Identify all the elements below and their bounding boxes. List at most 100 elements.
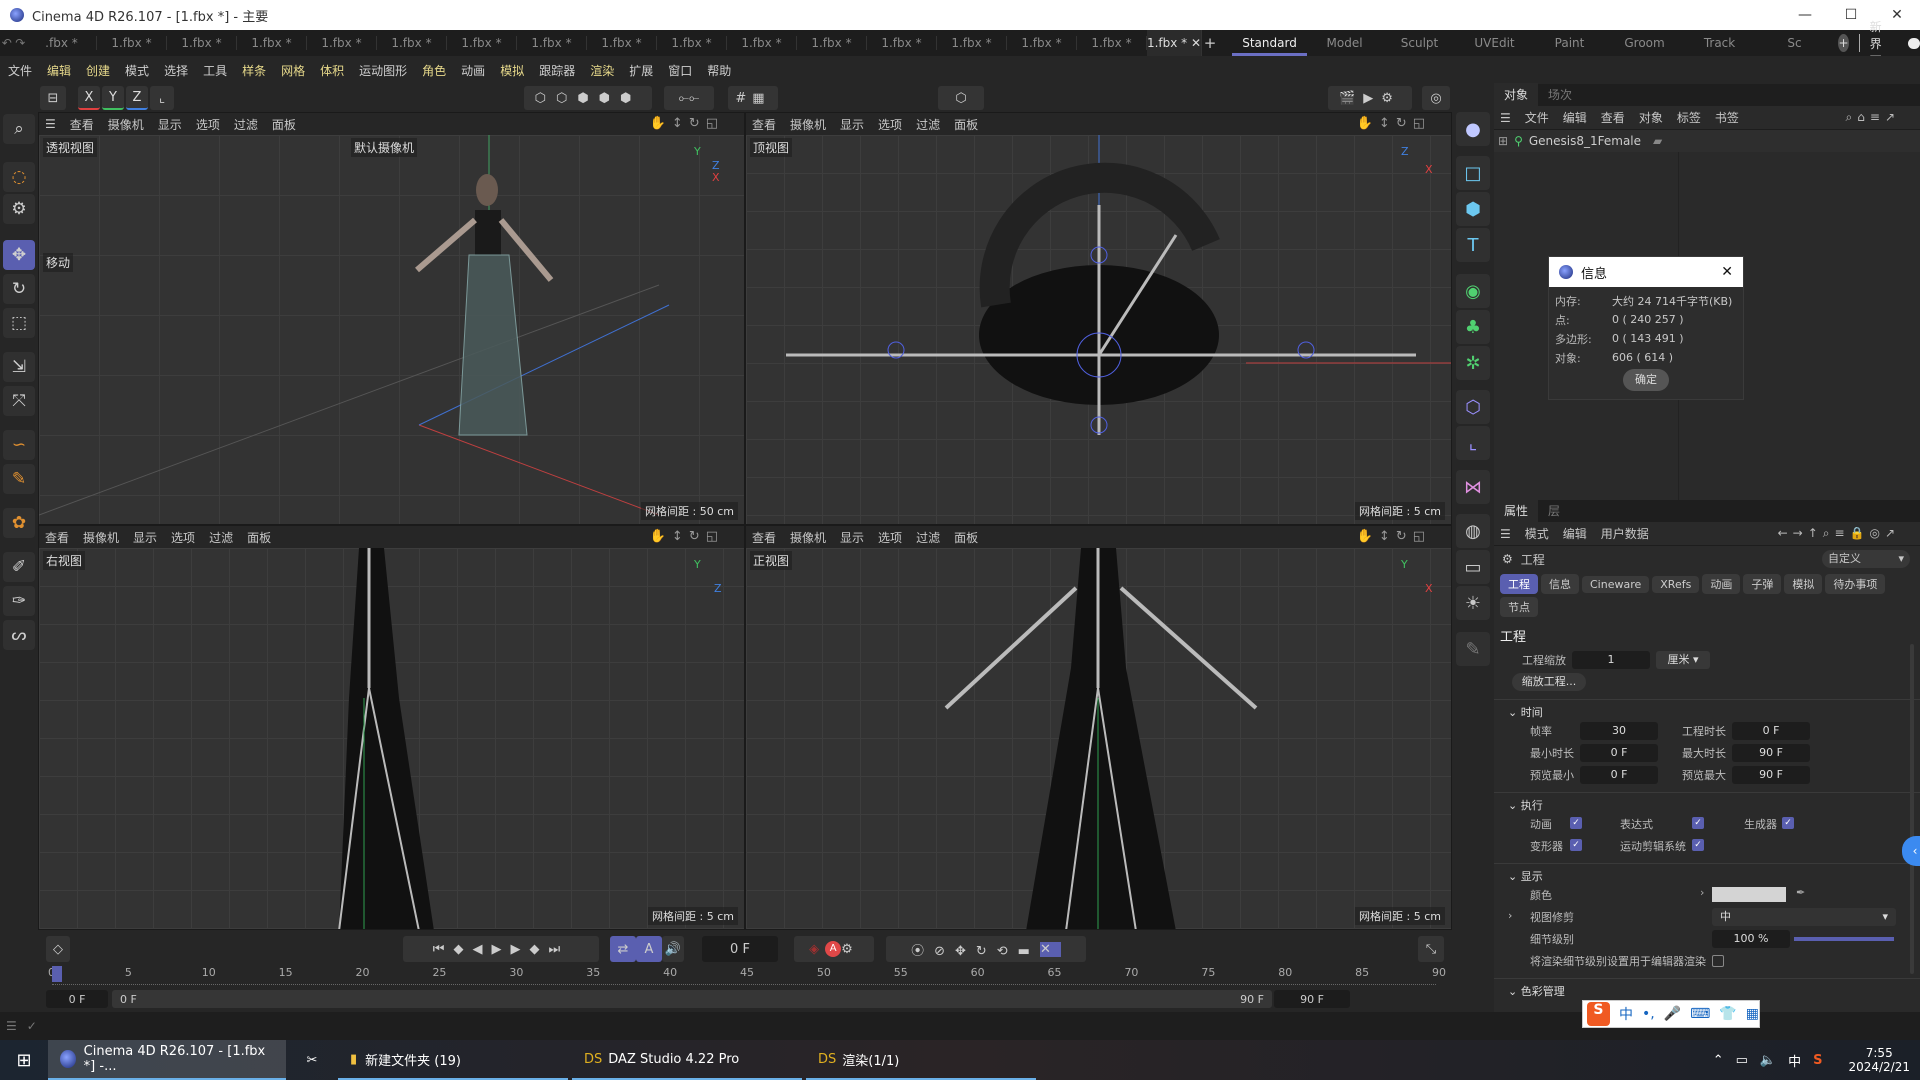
mode-tools-group[interactable]: ⬡⬡⬢⬢⬢ [524,86,652,110]
input-language[interactable]: 中 [1788,1051,1801,1070]
render-region-icon[interactable]: ⬡ [938,86,984,110]
max-time-input[interactable]: 90 F [1732,744,1810,762]
axis-tool-icon[interactable]: ⇲ [3,352,35,382]
spline-tool-icon[interactable]: ∽ [3,430,35,460]
preview-max-input[interactable]: 90 F [1732,766,1810,784]
dialog-close-button[interactable]: ✕ [1721,264,1733,280]
menu-item[interactable]: 选择 [164,62,188,79]
rotate-tool-icon[interactable]: ↻ [3,274,35,304]
menu-item[interactable]: 动画 [461,62,485,79]
start-button[interactable]: ⊞ [0,1050,48,1071]
lod-slider[interactable] [1794,937,1894,941]
file-tab[interactable]: 1.fbx * [307,36,377,50]
viewport-nav-icons[interactable]: ✋↕↻◱ [1357,116,1431,131]
vp-menu-filter[interactable]: 过滤 [916,529,940,546]
sound-icon[interactable]: 🔊 [662,936,684,962]
file-tab[interactable]: 1.fbx * [1007,36,1077,50]
viewport-nav-icons[interactable]: ✋↕↻◱ [650,116,724,131]
section-color-management[interactable]: ⌄ 色彩管理 [1494,978,1920,999]
preview-min-input[interactable]: 0 F [1580,766,1658,784]
menu-item[interactable]: 体积 [320,62,344,79]
taskbar-render[interactable]: DS 渲染(1/1) [806,1040,1036,1080]
environment-icon[interactable]: ◍ [1456,514,1490,548]
menu-item[interactable]: 文件 [8,62,32,79]
current-frame-field[interactable]: 0 F [702,936,778,962]
apps-icon[interactable]: ▦ [1746,1006,1759,1022]
camera-icon[interactable]: ▭ [1456,550,1490,584]
preset-dropdown[interactable]: 自定义 ▾ [1822,550,1910,568]
menu-item[interactable]: 样条 [242,62,266,79]
tab-attributes[interactable]: 属性 [1494,499,1539,522]
extrude-tool-icon[interactable]: ⤧ [3,386,35,416]
effector-icon[interactable]: ✲ [1456,346,1490,380]
attr-tab-chip[interactable]: Cineware [1582,576,1650,593]
key-tools[interactable]: ⦿⊘✥↻⟲▬ ✕ [886,936,1086,962]
edit-tag-icon[interactable]: ▰ [1653,134,1662,148]
file-tab[interactable]: 1.fbx * [167,36,237,50]
menu-item[interactable]: 创建 [86,62,110,79]
vp-menu-camera[interactable]: 摄像机 [108,116,144,133]
sogou-tray-icon[interactable]: S [1813,1053,1822,1068]
file-tab[interactable]: 1.fbx * [97,36,167,50]
section-display[interactable]: ⌄ 显示 [1494,863,1920,884]
om-menu-view[interactable]: 查看 [1601,109,1625,126]
add-layout-icon[interactable]: + [1838,34,1850,52]
menu-item[interactable]: 渲染 [590,62,614,79]
grid-tools-group[interactable]: #▦ [728,86,778,110]
deformer-icon[interactable]: ⬡ [1456,390,1490,424]
auto-key-mode-icon[interactable]: A [636,936,662,962]
taskbar-daz-studio[interactable]: DS DAZ Studio 4.22 Pro [572,1040,802,1080]
file-tab[interactable]: 1.fbx * [517,36,587,50]
object-name[interactable]: Genesis8_1Female [1529,134,1641,148]
move-tool-icon[interactable]: ✥ [3,240,35,270]
vp-menu-panel[interactable]: 面板 [954,529,978,546]
attr-tab-chip[interactable]: 信息 [1541,574,1579,594]
render-lod-checkbox[interactable] [1712,955,1724,967]
file-tab[interactable]: 1.fbx * [377,36,447,50]
scale-tool-icon[interactable]: ⬚ [3,308,35,338]
attr-tab-chip[interactable]: XRefs [1652,576,1700,593]
range-slider[interactable]: 0 F 90 F [112,990,1272,1008]
om-menu-tags[interactable]: 标签 [1677,109,1701,126]
vp-menu-view[interactable]: 查看 [752,529,776,546]
file-tab[interactable]: 1.fbx * [727,36,797,50]
viewport-perspective[interactable]: ☰ 查看 摄像机 显示 选项 过滤 面板 ✋↕↻◱ 透视视图 默认摄像机 移动 YZX 网… [38,112,745,525]
exec-deformer-checkbox[interactable]: ✓ [1570,839,1582,851]
snap-tools-group[interactable]: ⟜⟜ [664,86,714,110]
tag-icon[interactable]: ✎ [1456,632,1490,666]
tab-objects[interactable]: 对象 [1494,83,1539,106]
menu-icon[interactable]: ☰ [1500,527,1511,541]
attributes-scrollbar[interactable] [1910,644,1914,974]
exec-animation-checkbox[interactable]: ✓ [1570,817,1582,829]
viewport-clip-dropdown[interactable]: 中 ▾ [1712,908,1896,926]
minimize-button[interactable]: — [1782,0,1828,30]
coordinate-system-icon[interactable]: ⌞ [150,86,174,110]
keyframe-icon[interactable]: ◇ [46,936,70,962]
close-tab-icon[interactable]: ✕ [1191,36,1201,50]
tab-layers[interactable]: 层 [1538,499,1570,522]
file-tab[interactable]: 1.fbx * [237,36,307,50]
viewport-top[interactable]: 查看 摄像机 显示 选项 过滤 面板 ✋↕↻◱ 顶视图 ZX 网格间距 : 5 cm [745,112,1452,525]
skin-icon[interactable]: 👕 [1719,1006,1736,1022]
vp-menu-display[interactable]: 显示 [133,529,157,546]
exec-motion-system-checkbox[interactable]: ✓ [1692,839,1704,851]
render-queue-icon[interactable]: ◎ [1422,86,1450,110]
attr-tab-chip[interactable]: 待办事项 [1825,574,1886,594]
tray-expand-icon[interactable]: ⌃ [1713,1053,1724,1068]
eyedropper-icon[interactable]: ✒ [1796,886,1805,899]
vp-menu-camera[interactable]: 摄像机 [790,529,826,546]
clock[interactable]: 7:55 2024/2/21 [1848,1046,1910,1074]
vp-menu-view[interactable]: 查看 [752,116,776,133]
exec-generator-checkbox[interactable]: ✓ [1782,817,1794,829]
duration-input[interactable]: 0 F [1732,722,1810,740]
menu-icon[interactable]: ☰ [45,117,56,131]
am-menu-mode[interactable]: 模式 [1525,525,1549,542]
vp-menu-panel[interactable]: 面板 [247,529,271,546]
layout-tab-groom[interactable]: Groom [1607,30,1682,56]
text-icon[interactable]: T [1456,228,1490,262]
project-scale-input[interactable]: 1 [1572,651,1650,669]
new-tab-button[interactable]: + [1202,34,1218,52]
null-object-icon[interactable]: ● [1456,112,1490,146]
redo-icon[interactable]: ↷ [13,36,26,50]
file-tab[interactable]: .fbx * [27,36,97,50]
